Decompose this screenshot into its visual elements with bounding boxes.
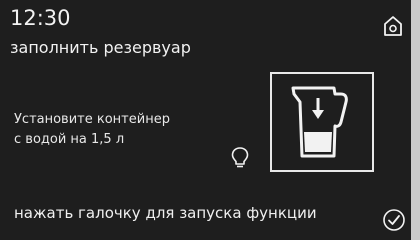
water-jug-insert-icon [291, 86, 348, 158]
lightbulb-icon [231, 147, 249, 168]
home-icon [384, 16, 402, 36]
instruction-text: Установите контейнер с водой на 1,5 л [14, 110, 224, 150]
instruction-line-2: с водой на 1,5 л [14, 132, 125, 147]
footer-instruction: нажать галочку для запуска функции [14, 204, 317, 222]
hint-button[interactable] [230, 146, 250, 170]
water-jug-illustration [270, 72, 374, 172]
clock-time: 12:30 [10, 6, 71, 30]
instruction-line-1: Установите контейнер [14, 112, 170, 127]
home-button[interactable] [382, 14, 404, 38]
checkmark-circle-icon [383, 209, 405, 231]
screen-title: заполнить резервуар [10, 38, 191, 57]
confirm-button[interactable] [382, 208, 406, 232]
fill-tank-screen: 12:30 заполнить резервуар Установите кон… [0, 0, 411, 240]
